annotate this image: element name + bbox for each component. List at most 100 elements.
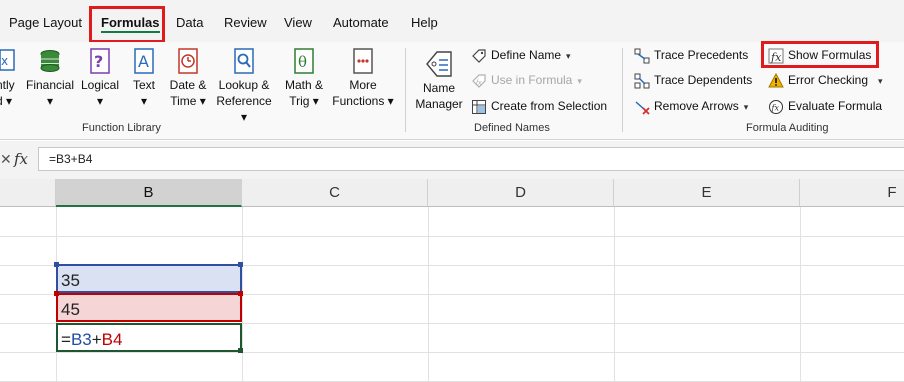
tab-page-layout[interactable]: Page Layout — [9, 0, 82, 42]
more-functions-caret: Functions ▾ — [332, 94, 394, 108]
financial-caret: ▾ — [46, 94, 54, 108]
function-library-group-label: Function Library — [82, 122, 161, 134]
text-label: Text — [132, 78, 155, 92]
trace-dependents-icon — [634, 73, 650, 89]
cell-b4[interactable]: 45 — [56, 293, 242, 322]
tab-data[interactable]: Data — [176, 0, 203, 42]
tab-review[interactable]: Review — [224, 0, 267, 42]
fill-handle[interactable] — [238, 348, 243, 353]
error-checking-icon — [768, 72, 784, 89]
logical-label: Logical — [80, 78, 120, 92]
logical-button[interactable]: ? Logical ▾ — [78, 48, 122, 109]
error-checking-button[interactable]: Error Checking ▾ — [768, 70, 883, 90]
insert-function-icon[interactable]: fx — [14, 150, 28, 168]
remove-arrows-label: Remove Arrows — [654, 99, 739, 113]
recently-used-label-2: d ▾ — [0, 94, 13, 108]
column-header-b[interactable]: B — [56, 179, 242, 207]
tab-help[interactable]: Help — [411, 0, 438, 42]
remove-arrows-icon — [634, 99, 650, 115]
group-divider — [405, 48, 406, 132]
name-manager-button[interactable]: Name Manager — [413, 48, 465, 112]
more-functions-icon — [351, 48, 375, 74]
date-time-label: Date & — [169, 78, 207, 92]
range-handle[interactable] — [238, 291, 243, 296]
column-header-e[interactable]: E — [614, 179, 800, 207]
formulas-tab-highlight — [89, 6, 165, 43]
formula-input[interactable]: =B3+B4 — [38, 147, 904, 171]
column-header-f[interactable]: F — [800, 179, 904, 207]
date-time-icon — [176, 48, 200, 74]
column-header-c[interactable]: C — [242, 179, 428, 207]
formula-bar: ✕ fx =B3+B4 — [0, 141, 904, 179]
formula-ref-b4: B4 — [101, 330, 123, 349]
define-name-button[interactable]: Define Name ▾ — [471, 45, 571, 65]
lookup-icon — [232, 48, 256, 74]
text-icon: A — [132, 48, 156, 74]
logical-caret: ▾ — [96, 94, 104, 108]
define-name-label: Define Name — [491, 48, 562, 62]
lookup-caret: Reference ▾ — [216, 94, 272, 124]
formula-auditing-group-label: Formula Auditing — [746, 122, 829, 134]
column-header-a[interactable] — [0, 179, 56, 207]
svg-text:x: x — [1, 54, 8, 68]
tab-view[interactable]: View — [284, 0, 312, 42]
grid-line — [0, 236, 904, 237]
cell-b5[interactable]: =B3+B4 — [56, 323, 242, 352]
define-name-caret-icon: ▾ — [566, 51, 571, 61]
trace-dependents-button[interactable]: Trace Dependents — [634, 70, 752, 90]
trace-precedents-button[interactable]: Trace Precedents — [634, 45, 748, 65]
financial-icon — [38, 48, 62, 74]
grid-line — [0, 352, 904, 353]
trace-precedents-icon — [634, 48, 650, 64]
recently-used-icon: x — [0, 48, 20, 74]
text-button[interactable]: A Text ▾ — [128, 48, 160, 109]
name-manager-label-1: Name — [422, 81, 455, 95]
cancel-icon[interactable]: ✕ — [0, 151, 12, 168]
create-from-selection-icon — [471, 99, 487, 115]
financial-button[interactable]: Financial ▾ — [26, 48, 74, 109]
math-label: Math & — [284, 78, 323, 92]
financial-label: Financial — [26, 78, 75, 92]
date-time-button[interactable]: Date & Time ▾ — [166, 48, 210, 109]
svg-text:A: A — [138, 52, 149, 71]
ribbon: x ntly d ▾ Financial ▾ ? Logical ▾ A Tex… — [0, 41, 904, 140]
math-caret: Trig ▾ — [289, 94, 319, 108]
range-handle[interactable] — [54, 291, 59, 296]
remove-arrows-button[interactable]: Remove Arrows ▾ — [634, 96, 748, 116]
svg-text:fx: fx — [476, 80, 482, 87]
formula-ref-b3: B3 — [70, 330, 92, 349]
create-from-selection-button[interactable]: Create from Selection — [471, 96, 607, 116]
evaluate-formula-label: Evaluate Formula — [788, 99, 883, 113]
svg-text:θ: θ — [298, 53, 307, 71]
date-time-caret: Time ▾ — [170, 94, 206, 108]
ribbon-tabs: Page Layout Formulas Data Review View Au… — [0, 0, 904, 43]
logical-icon: ? — [88, 48, 112, 74]
tab-automate[interactable]: Automate — [333, 0, 389, 42]
show-formulas-highlight — [761, 41, 879, 68]
use-in-formula-label: Use in Formula — [491, 73, 573, 87]
trace-precedents-label: Trace Precedents — [654, 48, 749, 62]
create-from-selection-label: Create from Selection — [491, 99, 608, 113]
math-trig-button[interactable]: θ Math & Trig ▾ — [280, 48, 328, 109]
svg-text:?: ? — [94, 52, 103, 71]
recently-used-button[interactable]: x ntly d ▾ — [0, 48, 20, 109]
cell-b3[interactable]: 35 — [56, 264, 242, 293]
more-functions-button[interactable]: More Functions ▾ — [330, 48, 396, 109]
text-caret: ▾ — [140, 94, 148, 108]
lookup-reference-button[interactable]: Lookup & Reference ▾ — [212, 48, 276, 125]
error-checking-caret-icon: ▾ — [878, 76, 883, 86]
trace-dependents-label: Trace Dependents — [654, 73, 753, 87]
fx-tag-icon: fx — [471, 73, 487, 89]
math-icon: θ — [292, 48, 316, 74]
range-handle[interactable] — [54, 262, 59, 267]
formula-plus: + — [91, 330, 102, 349]
name-manager-icon — [423, 48, 455, 80]
formula-equals: = — [61, 330, 71, 349]
evaluate-formula-button[interactable]: fx Evaluate Formula — [768, 96, 882, 116]
name-manager-label-2: Manager — [415, 97, 463, 111]
recently-used-label-1: ntly — [0, 78, 15, 92]
range-handle[interactable] — [238, 262, 243, 267]
group-divider — [622, 48, 623, 132]
column-header-d[interactable]: D — [428, 179, 614, 207]
use-in-formula-button[interactable]: fx Use in Formula ▾ — [471, 70, 582, 90]
